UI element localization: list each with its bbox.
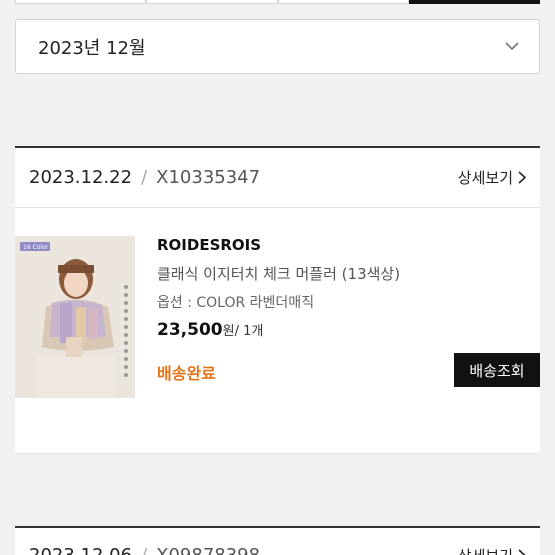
delivery-status: 배송완료	[157, 364, 216, 383]
period-tab-4[interactable]	[408, 0, 540, 4]
chevron-right-icon	[518, 171, 526, 184]
month-select-value: 2023년 12월	[38, 37, 146, 59]
divider	[15, 453, 540, 454]
product-option: 옵션 : COLOR 라벤더매직	[157, 295, 315, 311]
product-image: 16 Color	[16, 237, 134, 397]
item-info: ROIDESROIS 클래식 이지터치 체크 머플러 (13색상) 옵션 : C…	[157, 236, 537, 340]
price-unit: 원	[222, 324, 235, 339]
order-detail-label: 상세보기	[458, 545, 513, 555]
order-card: 2023.12.06 / X09878398 상세보기	[15, 526, 540, 555]
order-separator: /	[141, 167, 148, 188]
month-select[interactable]: 2023년 12월	[15, 19, 540, 74]
period-tab-1[interactable]	[15, 0, 147, 4]
order-header: 2023.12.22 / X10335347 상세보기	[15, 148, 540, 208]
brand-name[interactable]: ROIDESROIS	[157, 236, 537, 258]
product-name[interactable]: 클래식 이지터치 체크 머플러 (13색상)	[157, 263, 537, 284]
order-item: 16 Color ROIDESROIS 클래식 이지터치 체크 머플러 (13색…	[15, 208, 540, 454]
order-separator: /	[141, 545, 147, 555]
order-number: X10335347	[156, 167, 261, 188]
order-header: 2023.12.06 / X09878398 상세보기	[15, 528, 540, 555]
period-tab-2[interactable]	[146, 0, 278, 4]
order-detail-link[interactable]: 상세보기	[458, 545, 526, 555]
item-quantity: / 1개	[234, 324, 264, 339]
order-detail-label: 상세보기	[457, 169, 513, 187]
product-thumbnail[interactable]: 16 Color	[15, 236, 135, 398]
chevron-right-icon	[518, 549, 526, 555]
track-delivery-button[interactable]: 배송조회	[454, 353, 540, 387]
order-date: 2023.12.06	[29, 545, 132, 555]
thumb-badge: 16 Color	[23, 244, 49, 251]
period-tabs	[15, 0, 540, 4]
price-row: 23,500 원 / 1개	[157, 320, 537, 340]
order-number: X09878398	[156, 545, 260, 555]
order-detail-link[interactable]: 상세보기	[458, 167, 526, 188]
period-tab-3[interactable]	[277, 0, 409, 4]
order-card: 2023.12.22 / X10335347 상세보기 16 Color ROI…	[15, 146, 540, 454]
order-date: 2023.12.22	[29, 167, 133, 188]
product-price: 23,500	[157, 320, 223, 340]
chevron-down-icon	[505, 42, 519, 51]
